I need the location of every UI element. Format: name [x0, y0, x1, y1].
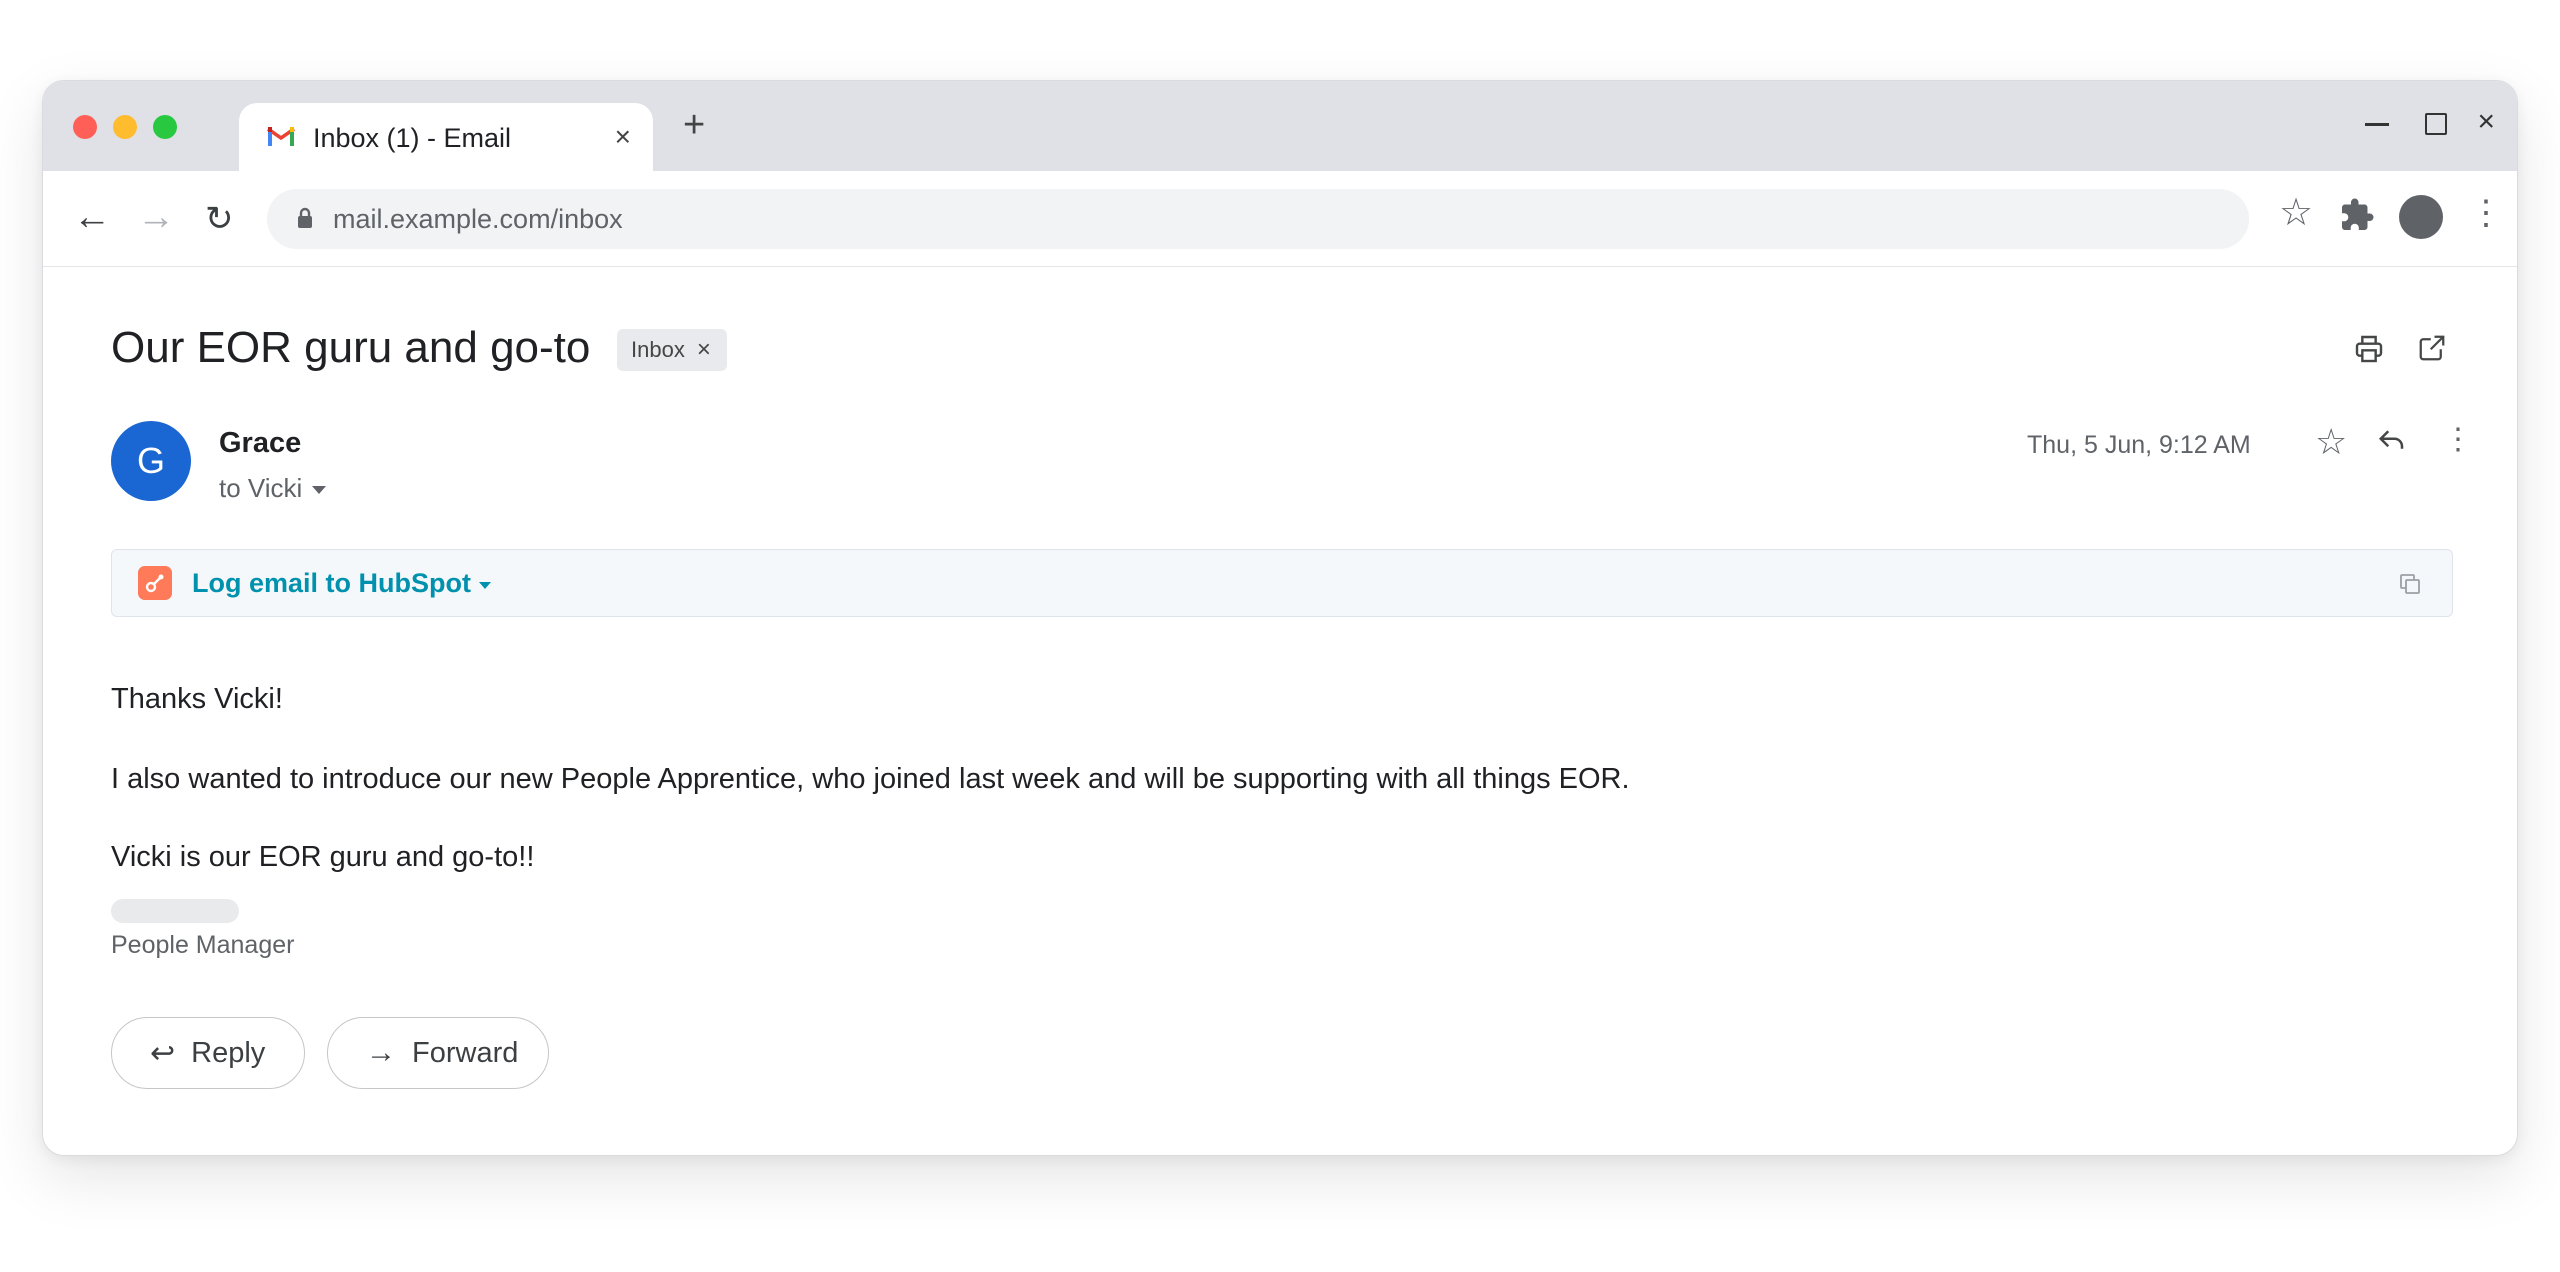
inbox-label-chip[interactable]: Inbox ×: [617, 329, 727, 371]
signature-title: People Manager: [111, 931, 295, 959]
chevron-down-icon: [312, 485, 327, 494]
print-icon[interactable]: [2353, 333, 2385, 365]
recipient-text: to Vicki: [219, 473, 303, 503]
minimize-window-dot[interactable]: [113, 115, 137, 139]
hubspot-label-text: Log email to HubSpot: [192, 568, 471, 598]
minimize-icon[interactable]: [2365, 123, 2389, 126]
browser-window: Inbox (1) - Email × + × ← → ↻ mail.examp…: [42, 80, 2518, 1156]
more-options-icon[interactable]: ⋮: [2443, 421, 2473, 459]
maximize-window-dot[interactable]: [153, 115, 177, 139]
bookmark-star-icon[interactable]: ☆: [2279, 193, 2313, 233]
close-icon[interactable]: ×: [2477, 107, 2495, 137]
copy-icon[interactable]: [2398, 572, 2422, 596]
reply-label: Reply: [191, 1036, 266, 1069]
star-message-icon[interactable]: ☆: [2315, 423, 2347, 461]
recipient-details-toggle[interactable]: to Vicki: [219, 473, 327, 504]
tab-close-icon[interactable]: ×: [615, 123, 631, 151]
sender-avatar[interactable]: G: [111, 421, 191, 501]
email-body-line: Vicki is our EOR guru and go-to!!: [111, 841, 535, 873]
chevron-down-icon: [478, 582, 491, 589]
hubspot-icon: [138, 566, 172, 600]
hubspot-log-bar: Log email to HubSpot: [111, 549, 2453, 617]
browser-toolbar: ← → ↻ mail.example.com/inbox ☆ ⋮: [43, 171, 2517, 267]
new-tab-button[interactable]: +: [683, 105, 705, 145]
profile-avatar[interactable]: [2399, 195, 2443, 239]
email-body-line: I also wanted to introduce our new Peopl…: [111, 763, 1630, 795]
reply-icon: ↩: [150, 1036, 176, 1070]
tab-title: Inbox (1) - Email: [313, 123, 512, 153]
forward-label: Forward: [412, 1036, 519, 1069]
maximize-icon[interactable]: [2425, 113, 2447, 135]
reload-button[interactable]: ↻: [205, 199, 234, 239]
forward-button[interactable]: →: [137, 197, 175, 237]
signature-name-redacted: [111, 899, 239, 923]
remove-label-icon[interactable]: ×: [697, 336, 711, 364]
address-bar[interactable]: mail.example.com/inbox: [267, 189, 2249, 249]
open-in-new-window-icon[interactable]: [2417, 333, 2447, 363]
close-window-dot[interactable]: [73, 115, 97, 139]
browser-menu-icon[interactable]: ⋮: [2469, 193, 2503, 233]
gmail-icon: [267, 127, 295, 146]
tab-strip: Inbox (1) - Email × + ×: [43, 81, 2517, 171]
label-text: Inbox: [631, 337, 685, 362]
extensions-icon[interactable]: [2339, 197, 2375, 233]
tab-inbox[interactable]: Inbox (1) - Email ×: [239, 103, 653, 171]
forward-icon: →: [366, 1036, 396, 1069]
email-subject: Our EOR guru and go-to: [111, 323, 591, 372]
email-timestamp: Thu, 5 Jun, 9:12 AM: [2027, 431, 2251, 459]
forward-button[interactable]: → Forward: [327, 1017, 549, 1089]
log-email-to-hubspot-dropdown[interactable]: Log email to HubSpot: [192, 568, 491, 599]
url-text: mail.example.com/inbox: [333, 204, 623, 234]
email-body-line: Thanks Vicki!: [111, 683, 283, 715]
reply-button[interactable]: ↩ Reply: [111, 1017, 305, 1089]
lock-icon: [298, 207, 312, 228]
reply-icon[interactable]: [2377, 425, 2407, 455]
sender-name[interactable]: Grace: [219, 427, 301, 460]
back-button[interactable]: ←: [73, 197, 111, 237]
